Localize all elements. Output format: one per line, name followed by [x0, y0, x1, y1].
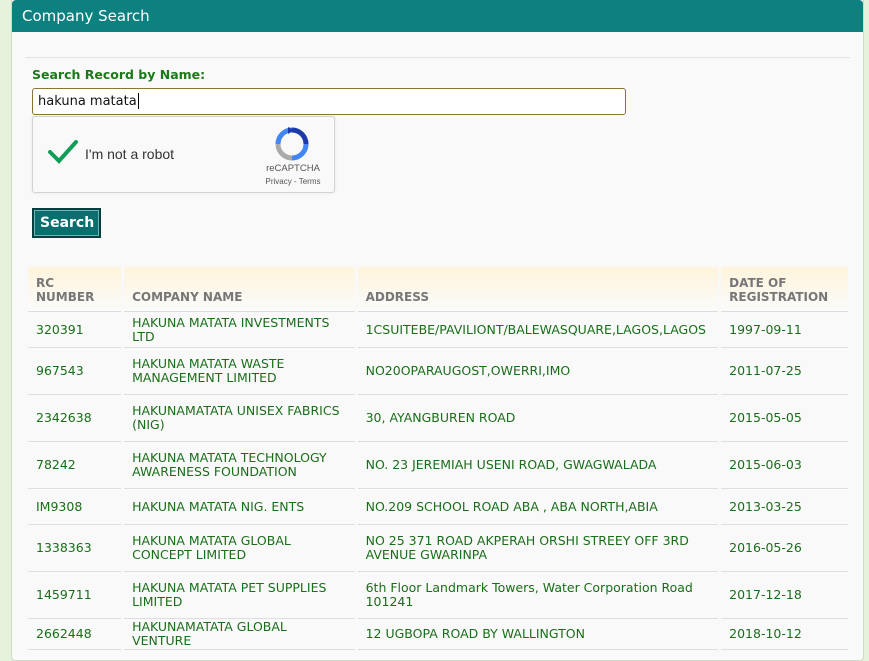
rc-number-cell: 1338363 — [28, 525, 122, 572]
date-cell: 2015-05-05 — [721, 395, 848, 442]
recaptcha-widget: I'm not a robot reCAPTCHA Privacy - Term… — [32, 116, 335, 193]
address-cell: 30, AYANGBUREN ROAD — [357, 395, 719, 442]
results-table: RC NUMBER COMPANY NAME ADDRESS DATE OF R… — [25, 267, 851, 650]
recaptcha-checkbox[interactable] — [47, 138, 79, 166]
recaptcha-label: I'm not a robot — [85, 146, 175, 162]
date-cell: 2015-06-03 — [721, 442, 848, 489]
company-name-cell: HAKUNAMATATA UNISEX FABRICS (NIG) — [124, 395, 355, 442]
company-name-cell: HAKUNAMATATA GLOBAL VENTURE — [124, 619, 355, 650]
table-row[interactable]: 2342638 HAKUNAMATATA UNISEX FABRICS (NIG… — [28, 395, 848, 442]
column-header-address: ADDRESS — [357, 267, 719, 312]
address-cell: NO20OPARAUGOST,OWERRI,IMO — [357, 348, 719, 395]
divider — [25, 57, 850, 58]
table-header-row: RC NUMBER COMPANY NAME ADDRESS DATE OF R… — [28, 267, 848, 312]
recaptcha-brand: reCAPTCHA — [266, 163, 320, 174]
rc-number-cell: 2662448 — [28, 619, 122, 650]
column-header-rc-number: RC NUMBER — [28, 267, 122, 312]
table-row[interactable]: 2662448 HAKUNAMATATA GLOBAL VENTURE 12 U… — [28, 619, 848, 650]
company-name-cell: HAKUNA MATATA TECHNOLOGY AWARENESS FOUND… — [124, 442, 355, 489]
search-button[interactable]: Search — [32, 208, 101, 238]
rc-number-cell: 78242 — [28, 442, 122, 489]
rc-number-cell: 1459711 — [28, 572, 122, 619]
date-cell: 2011-07-25 — [721, 348, 848, 395]
address-cell: 12 UGBOPA ROAD BY WALLINGTON — [357, 619, 719, 650]
company-name-cell: HAKUNA MATATA NIG. ENTS — [124, 489, 355, 525]
address-cell: 6th Floor Landmark Towers, Water Corpora… — [357, 572, 719, 619]
table-row[interactable]: 320391 HAKUNA MATATA INVESTMENTS LTD 1CS… — [28, 312, 848, 348]
address-cell: NO.209 SCHOOL ROAD ABA , ABA NORTH,ABIA — [357, 489, 719, 525]
date-cell: 2018-10-12 — [721, 619, 848, 650]
table-row[interactable]: 1459711 HAKUNA MATATA PET SUPPLIES LIMIT… — [28, 572, 848, 619]
recaptcha-logo-icon — [275, 127, 309, 161]
column-header-date: DATE OF REGISTRATION — [721, 267, 848, 312]
date-cell: 2013-03-25 — [721, 489, 848, 525]
table-row[interactable]: 1338363 HAKUNA MATATA GLOBAL CONCEPT LIM… — [28, 525, 848, 572]
rc-number-cell: IM9308 — [28, 489, 122, 525]
date-cell: 1997-09-11 — [721, 312, 848, 348]
date-cell: 2017-12-18 — [721, 572, 848, 619]
search-input[interactable] — [32, 88, 626, 115]
rc-number-cell: 320391 — [28, 312, 122, 348]
column-header-company-name: COMPANY NAME — [124, 267, 355, 312]
rc-number-cell: 967543 — [28, 348, 122, 395]
recaptcha-privacy-terms-link[interactable]: Privacy - Terms — [259, 177, 327, 186]
address-cell: 1CSUITEBE/PAVILIONT/BALEWASQUARE,LAGOS,L… — [357, 312, 719, 348]
rc-number-cell: 2342638 — [28, 395, 122, 442]
table-row[interactable]: 78242 HAKUNA MATATA TECHNOLOGY AWARENESS… — [28, 442, 848, 489]
company-search-panel: Company Search Search Record by Name: I'… — [11, 0, 864, 661]
company-name-cell: HAKUNA MATATA GLOBAL CONCEPT LIMITED — [124, 525, 355, 572]
company-name-cell: HAKUNA MATATA WASTE MANAGEMENT LIMITED — [124, 348, 355, 395]
company-name-cell: HAKUNA MATATA PET SUPPLIES LIMITED — [124, 572, 355, 619]
company-name-cell: HAKUNA MATATA INVESTMENTS LTD — [124, 312, 355, 348]
table-row[interactable]: 967543 HAKUNA MATATA WASTE MANAGEMENT LI… — [28, 348, 848, 395]
text-caret — [138, 93, 139, 109]
address-cell: NO. 23 JEREMIAH USENI ROAD, GWAGWALADA — [357, 442, 719, 489]
panel-title: Company Search — [12, 0, 863, 32]
search-label: Search Record by Name: — [32, 67, 206, 82]
checkmark-icon — [48, 140, 78, 164]
date-cell: 2016-05-26 — [721, 525, 848, 572]
table-row[interactable]: IM9308 HAKUNA MATATA NIG. ENTS NO.209 SC… — [28, 489, 848, 525]
address-cell: NO 25 371 ROAD AKPERAH ORSHI STREEY OFF … — [357, 525, 719, 572]
